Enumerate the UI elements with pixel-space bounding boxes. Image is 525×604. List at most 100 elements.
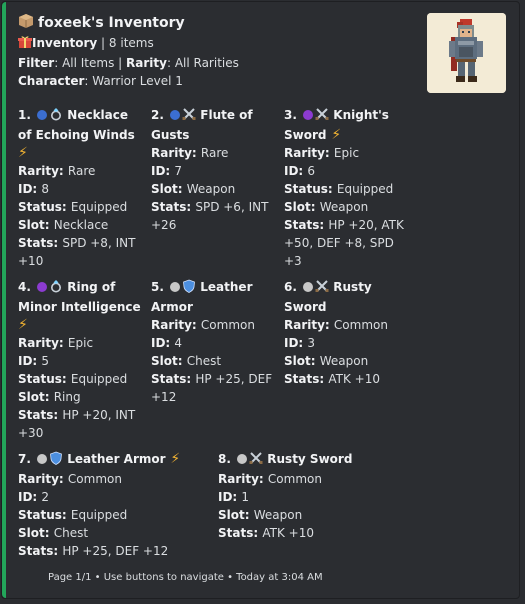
item-stats-label: Stats: — [284, 372, 329, 386]
item-stats-label: Stats: — [18, 236, 63, 250]
item-rarity-row: Rarity: Common — [18, 470, 208, 488]
inventory-item: 1. Necklace of Echoing Winds ⚡ Rarity: Ra… — [18, 106, 143, 270]
item-name: 4. Ring of Minor Intelligence ⚡ — [18, 278, 143, 334]
item-status-label: Status: — [284, 182, 337, 196]
common-rarity-dot-icon — [303, 282, 314, 292]
item-name-text: Necklace of Echoing Winds — [18, 108, 135, 142]
item-number: 5. — [151, 280, 169, 294]
item-slot-value: Weapon — [319, 354, 369, 368]
inventory-item: 5. Leather Armor Rarity: Common ID: 4 Slot:… — [151, 278, 276, 406]
item-rarity-value: Rare — [200, 146, 229, 160]
item-id-value: 5 — [41, 354, 50, 368]
item-rarity-row: Rarity: Common — [284, 316, 409, 334]
inventory-item: 3. Knight's Sword ⚡ Rarity: Epic ID: 6 Stat… — [284, 106, 409, 270]
item-stats-label: Stats: — [284, 218, 329, 232]
common-rarity-dot-icon — [170, 282, 181, 292]
item-id-value: 6 — [307, 164, 316, 178]
item-id-value: 3 — [307, 336, 316, 350]
item-stats-row: Stats: ATK +10 — [284, 370, 409, 388]
rarity-filter-value: All Rarities — [174, 56, 239, 70]
item-rarity-label: Rarity: — [284, 146, 334, 160]
item-stats-label: Stats: — [151, 372, 196, 386]
item-id-label: ID: — [151, 164, 175, 178]
item-rarity-value: Common — [67, 472, 122, 486]
item-stats-label: Stats: — [18, 544, 63, 558]
item-id-row: ID: 5 — [18, 352, 143, 370]
item-rarity-label: Rarity: — [151, 318, 201, 332]
gift-icon — [18, 35, 32, 54]
shield-icon — [49, 451, 63, 470]
item-status-label: Status: — [18, 372, 71, 386]
item-slot-label: Slot: — [18, 390, 54, 404]
filter-line: Filter: All Items | Rarity: All Rarities — [18, 56, 239, 70]
item-rarity-value: Common — [200, 318, 255, 332]
item-name: 8. Rusty Sword — [218, 450, 408, 470]
item-slot-value: Chest — [53, 526, 89, 540]
item-name: 7. Leather Armor ⚡ — [18, 450, 208, 470]
item-slot-row: Slot: Weapon — [151, 180, 276, 198]
filter-label: Filter — [18, 56, 55, 70]
item-rarity-label: Rarity: — [218, 472, 268, 486]
item-rarity-row: Rarity: Rare — [151, 144, 276, 162]
character-line: Character: Warrior Level 1 — [18, 74, 183, 88]
item-number: 1. — [18, 108, 36, 122]
item-id-label: ID: — [18, 490, 42, 504]
item-slot-label: Slot: — [284, 354, 320, 368]
lightning-icon: ⚡ — [18, 145, 28, 161]
item-id-label: ID: — [284, 336, 308, 350]
item-stats-label: Stats: — [218, 526, 263, 540]
item-rarity-row: Rarity: Epic — [284, 144, 409, 162]
crossed-swords-icon — [249, 451, 263, 470]
lightning-icon: ⚡ — [326, 127, 342, 143]
item-rarity-label: Rarity: — [18, 336, 68, 350]
item-name-text: Rusty Sword — [263, 452, 353, 466]
item-slot-row: Slot: Weapon — [284, 352, 409, 370]
embed-accent-bar — [2, 2, 6, 598]
item-stats-row: Stats: SPD +8, INT +10 — [18, 234, 143, 270]
item-stats-row: Stats: HP +25, DEF +12 — [18, 542, 208, 560]
item-status-value: Equipped — [70, 372, 128, 386]
item-name: 2. Flute of Gusts — [151, 106, 276, 144]
item-stats-value: ATK +10 — [262, 526, 314, 540]
item-name-text: Leather Armor — [63, 452, 166, 466]
package-icon — [18, 13, 34, 33]
item-slot-row: Slot: Necklace — [18, 216, 143, 234]
item-rarity-row: Rarity: Rare — [18, 162, 143, 180]
item-number: 2. — [151, 108, 169, 122]
item-id-label: ID: — [18, 182, 42, 196]
item-slot-value: Weapon — [319, 200, 369, 214]
item-id-value: 1 — [241, 490, 250, 504]
rare-rarity-dot-icon — [170, 110, 181, 120]
item-id-row: ID: 1 — [218, 488, 408, 506]
item-number: 7. — [18, 452, 36, 466]
item-id-value: 7 — [174, 164, 183, 178]
embed-title: foxeek's Inventory — [18, 12, 509, 34]
ring-icon — [49, 279, 63, 298]
item-rarity-label: Rarity: — [18, 164, 68, 178]
item-stats-row: Stats: HP +20, ATK +50, DEF +8, SPD +3 — [284, 216, 409, 270]
item-slot-label: Slot: — [18, 526, 54, 540]
item-slot-value: Chest — [186, 354, 222, 368]
rarity-filter-label: Rarity — [126, 56, 167, 70]
lightning-icon: ⚡ — [18, 317, 28, 333]
item-number: 4. — [18, 280, 36, 294]
rare-rarity-dot-icon — [37, 110, 48, 120]
item-id-row: ID: 6 — [284, 162, 409, 180]
item-status-row: Status: Equipped — [284, 180, 409, 198]
crossed-swords-icon — [182, 107, 196, 126]
item-id-row: ID: 3 — [284, 334, 409, 352]
epic-rarity-dot-icon — [303, 110, 314, 120]
common-rarity-dot-icon — [37, 454, 48, 464]
item-rarity-value: Common — [333, 318, 388, 332]
item-name: 5. Leather Armor — [151, 278, 276, 316]
inventory-item: 2. Flute of Gusts Rarity: Rare ID: 7 Slot: … — [151, 106, 276, 234]
footer-text: Page 1/1 • Use buttons to navigate • Tod… — [48, 572, 323, 583]
item-stats-label: Stats: — [151, 200, 196, 214]
item-stats-row: Stats: HP +25, DEF +12 — [151, 370, 276, 406]
epic-rarity-dot-icon — [37, 282, 48, 292]
inventory-count-line: Inventory | 8 items — [18, 34, 509, 54]
item-rarity-row: Rarity: Epic — [18, 334, 143, 352]
item-id-row: ID: 4 — [151, 334, 276, 352]
item-id-value: 4 — [174, 336, 183, 350]
item-status-value: Equipped — [70, 200, 128, 214]
